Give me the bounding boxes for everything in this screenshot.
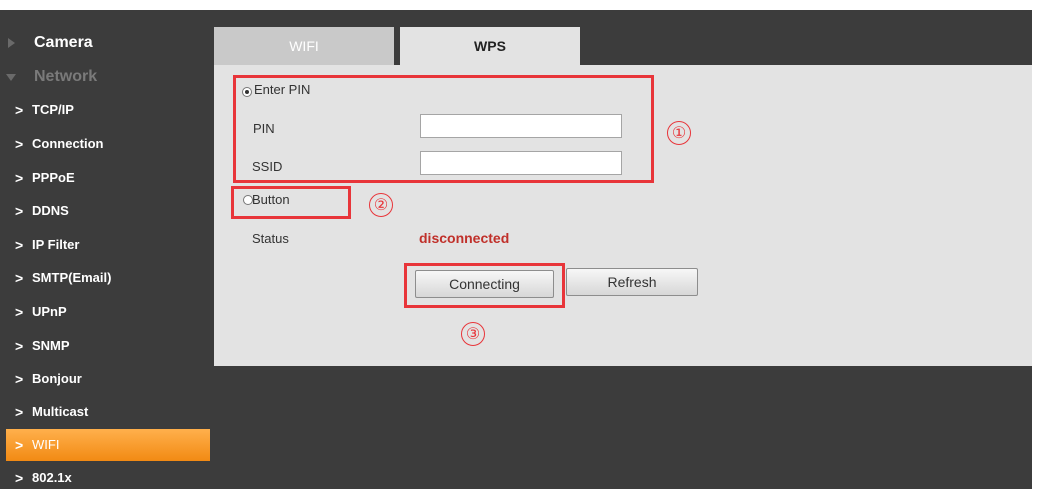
- sidebar-item-label: SNMP: [32, 338, 70, 353]
- sidebar-item-label: PPPoE: [32, 170, 75, 185]
- chevron-right-icon: >: [15, 371, 24, 387]
- chevron-right-icon: >: [15, 237, 24, 253]
- chevron-right-icon: >: [15, 102, 24, 118]
- sidebar-item-camera[interactable]: Camera: [0, 27, 210, 59]
- sidebar-item-label: Connection: [32, 136, 104, 151]
- sidebar-item-multicast[interactable]: > Multicast: [0, 396, 210, 428]
- sidebar-item-upnp[interactable]: > UPnP: [0, 296, 210, 328]
- sidebar-item-label: Camera: [34, 34, 93, 51]
- sidebar-item-network[interactable]: Network: [0, 61, 210, 93]
- status-label: Status: [252, 231, 289, 246]
- chevron-right-icon: >: [15, 203, 24, 219]
- tab-wps[interactable]: WPS: [400, 27, 580, 65]
- sidebar-item-bonjour[interactable]: > Bonjour: [0, 363, 210, 395]
- chevron-right-icon: >: [15, 404, 24, 420]
- chevron-right-icon: >: [15, 470, 24, 486]
- sidebar-item-label: IP Filter: [32, 237, 80, 252]
- annotation-one: ①: [667, 121, 691, 145]
- sidebar-item-label: WIFI: [32, 437, 60, 452]
- sidebar-item-label: UPnP: [32, 304, 67, 319]
- chevron-right-icon: >: [15, 170, 24, 186]
- sidebar-item-8021x[interactable]: > 802.1x: [0, 462, 210, 489]
- expand-arrow-icon: [8, 38, 15, 48]
- sidebar-item-wifi[interactable]: > WIFI: [6, 429, 210, 461]
- sidebar-item-snmp[interactable]: > SNMP: [0, 330, 210, 362]
- sidebar-item-label: Network: [34, 68, 98, 85]
- chevron-right-icon: >: [15, 270, 24, 286]
- refresh-button[interactable]: Refresh: [566, 268, 698, 296]
- sidebar-item-pppoe[interactable]: > PPPoE: [0, 162, 210, 194]
- annotation-three: ③: [461, 322, 485, 346]
- chevron-right-icon: >: [15, 304, 24, 320]
- sidebar-item-label: DDNS: [32, 203, 69, 218]
- sidebar-item-label: 802.1x: [32, 470, 72, 485]
- sidebar-item-tcpip[interactable]: > TCP/IP: [0, 94, 210, 126]
- status-value: disconnected: [419, 230, 510, 246]
- sidebar-item-connection[interactable]: > Connection: [0, 128, 210, 160]
- chevron-right-icon: >: [15, 338, 24, 354]
- sidebar-item-ddns[interactable]: > DDNS: [0, 195, 210, 227]
- sidebar: Camera Network > TCP/IP > Connection > P…: [0, 10, 210, 489]
- highlight-box-button: [231, 186, 351, 219]
- highlight-box-enter-pin: [233, 75, 654, 183]
- chevron-right-icon: >: [15, 437, 24, 453]
- collapse-arrow-icon: [6, 74, 16, 81]
- tab-wifi[interactable]: WIFI: [214, 27, 394, 65]
- highlight-box-connecting: [404, 263, 565, 308]
- sidebar-item-label: Multicast: [32, 404, 89, 419]
- sidebar-item-label: Bonjour: [32, 371, 82, 386]
- annotation-two: ②: [369, 193, 393, 217]
- sidebar-item-label: TCP/IP: [32, 102, 74, 117]
- app-window: Camera Network > TCP/IP > Connection > P…: [0, 10, 1032, 489]
- sidebar-item-smtp[interactable]: > SMTP(Email): [0, 262, 210, 294]
- sidebar-item-ip-filter[interactable]: > IP Filter: [0, 229, 210, 261]
- sidebar-item-label: SMTP(Email): [32, 270, 112, 285]
- chevron-right-icon: >: [15, 136, 24, 152]
